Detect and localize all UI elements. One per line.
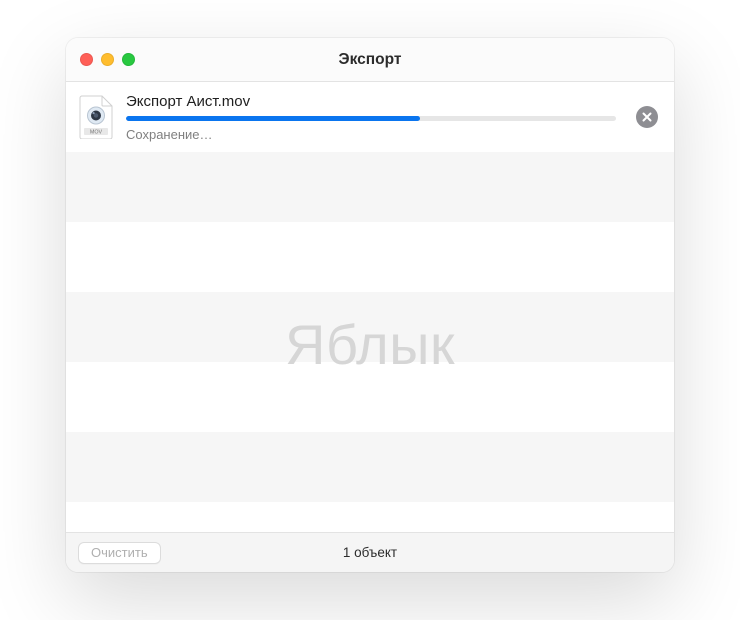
clear-button[interactable]: Очистить xyxy=(78,542,161,564)
movie-file-icon: MOV xyxy=(78,95,114,139)
export-window: Экспорт MOV xyxy=(66,38,674,572)
export-list: MOV Экспорт Аист.mov Сохранение… xyxy=(66,82,674,532)
window-title: Экспорт xyxy=(170,51,570,69)
list-stripe xyxy=(66,152,674,222)
zoom-window-button[interactable] xyxy=(122,53,135,66)
export-progress-fill xyxy=(126,116,420,121)
export-status: Сохранение… xyxy=(126,127,616,142)
export-progress-track xyxy=(126,116,616,121)
cancel-export-button[interactable] xyxy=(636,106,658,128)
list-stripe xyxy=(66,292,674,362)
list-stripe xyxy=(66,502,674,532)
list-item-body: Экспорт Аист.mov Сохранение… xyxy=(126,93,624,142)
list-stripe xyxy=(66,432,674,502)
minimize-window-button[interactable] xyxy=(101,53,114,66)
traffic-lights xyxy=(80,53,170,66)
list-item: MOV Экспорт Аист.mov Сохранение… xyxy=(66,82,674,152)
list-stripe xyxy=(66,222,674,292)
close-window-button[interactable] xyxy=(80,53,93,66)
list-stripe xyxy=(66,362,674,432)
footer: Очистить 1 объект xyxy=(66,532,674,572)
filetype-label: MOV xyxy=(90,129,103,135)
close-icon xyxy=(642,112,652,122)
titlebar: Экспорт xyxy=(66,38,674,82)
export-filename: Экспорт Аист.mov xyxy=(126,93,616,110)
item-count: 1 объект xyxy=(273,545,468,560)
